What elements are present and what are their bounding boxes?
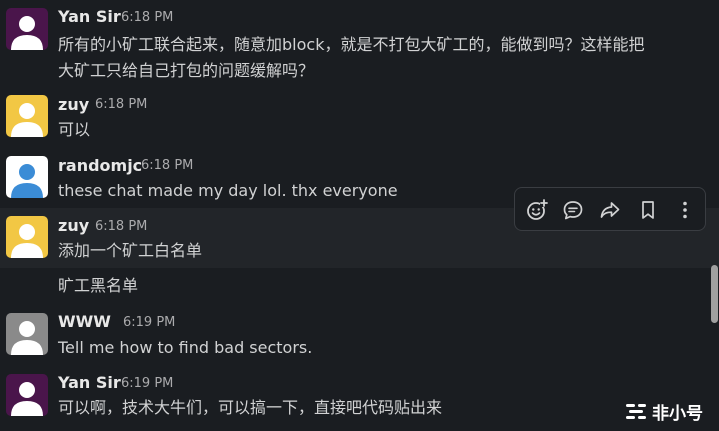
message-line: 可以啊，技术大牛们，可以搞一下，直接吧代码贴出来 bbox=[58, 398, 443, 417]
message-text: 所有的小矿工联合起来，随意加block，就是不打包大矿工的，能做到吗？这样能把 … bbox=[58, 32, 644, 84]
message-line: 旷工黑名单 bbox=[58, 276, 139, 295]
default-user-icon bbox=[6, 156, 48, 198]
author-name[interactable]: Yan Sir bbox=[58, 373, 121, 392]
message-text: Tell me how to find bad sectors. bbox=[58, 335, 312, 361]
default-user-icon bbox=[6, 8, 48, 50]
avatar[interactable] bbox=[6, 374, 48, 416]
message-text: 旷工黑名单 bbox=[58, 273, 138, 299]
message-text: 可以啊，技术大牛们，可以搞一下，直接吧代码贴出来 bbox=[58, 395, 442, 421]
timestamp[interactable]: 6:18 PM bbox=[141, 158, 193, 173]
message-text: these chat made my day lol. thx everyone bbox=[58, 178, 398, 204]
avatar[interactable] bbox=[6, 313, 48, 355]
timestamp[interactable]: 6:19 PM bbox=[123, 315, 175, 330]
timestamp[interactable]: 6:18 PM bbox=[95, 219, 147, 234]
message-line: these chat made my day lol. thx everyone bbox=[58, 181, 398, 200]
author-name[interactable]: randomjc bbox=[58, 156, 142, 175]
scrollbar-thumb[interactable] bbox=[711, 265, 718, 323]
timestamp[interactable]: 6:18 PM bbox=[95, 97, 147, 112]
author-name[interactable]: zuy bbox=[58, 216, 89, 235]
add-reaction-button[interactable] bbox=[523, 196, 551, 224]
watermark-logo-icon bbox=[626, 404, 646, 419]
default-user-icon bbox=[6, 313, 48, 355]
reply-in-thread-button[interactable] bbox=[559, 196, 587, 224]
save-for-later-button[interactable] bbox=[634, 196, 662, 224]
avatar[interactable] bbox=[6, 95, 48, 137]
message-line: 可以 bbox=[58, 120, 91, 139]
watermark-text: 非小号 bbox=[652, 403, 703, 424]
watermark: 非小号 bbox=[624, 399, 703, 424]
avatar[interactable] bbox=[6, 156, 48, 198]
default-user-icon bbox=[6, 95, 48, 137]
default-user-icon bbox=[6, 216, 48, 258]
timestamp[interactable]: 6:18 PM bbox=[121, 10, 173, 25]
bookmark-icon bbox=[642, 201, 654, 219]
add-reaction-icon bbox=[527, 199, 548, 220]
more-actions-icon bbox=[683, 201, 687, 219]
author-name[interactable]: Yan Sir bbox=[58, 7, 121, 26]
message-line: 添加一个矿工白名单 bbox=[58, 241, 203, 260]
message-list: Yan Sir 6:18 PM 所有的小矿工联合起来，随意加block，就是不打… bbox=[0, 0, 719, 431]
message-line: Tell me how to find bad sectors. bbox=[58, 338, 313, 357]
message-item[interactable]: Yan Sir 6:19 PM 可以啊，技术大牛们，可以搞一下，直接吧代码贴出来 bbox=[0, 368, 719, 431]
share-message-button[interactable] bbox=[596, 196, 624, 224]
message-text: 可以 bbox=[58, 117, 90, 143]
message-line: 大矿工只给自己打包的问题缓解吗？ bbox=[58, 61, 315, 80]
message-item[interactable]: WWW 6:19 PM Tell me how to find bad sect… bbox=[0, 308, 719, 368]
message-text: 添加一个矿工白名单 bbox=[58, 238, 202, 264]
author-name[interactable]: zuy bbox=[58, 95, 89, 114]
more-actions-button[interactable] bbox=[671, 196, 699, 224]
message-line: 所有的小矿工联合起来，随意加block，就是不打包大矿工的，能做到吗？这样能把 bbox=[58, 35, 645, 54]
message-actions-toolbar bbox=[514, 187, 706, 231]
default-user-icon bbox=[6, 374, 48, 416]
share-message-icon bbox=[600, 202, 620, 218]
author-name[interactable]: WWW bbox=[58, 312, 111, 331]
reply-in-thread-icon bbox=[563, 201, 583, 220]
message-continuation[interactable]: 旷工黑名单 bbox=[0, 268, 719, 308]
avatar[interactable] bbox=[6, 8, 48, 50]
timestamp[interactable]: 6:19 PM bbox=[121, 376, 173, 391]
message-item[interactable]: Yan Sir 6:18 PM 所有的小矿工联合起来，随意加block，就是不打… bbox=[0, 0, 719, 92]
message-item[interactable]: zuy 6:18 PM 可以 bbox=[0, 92, 719, 152]
avatar[interactable] bbox=[6, 216, 48, 258]
